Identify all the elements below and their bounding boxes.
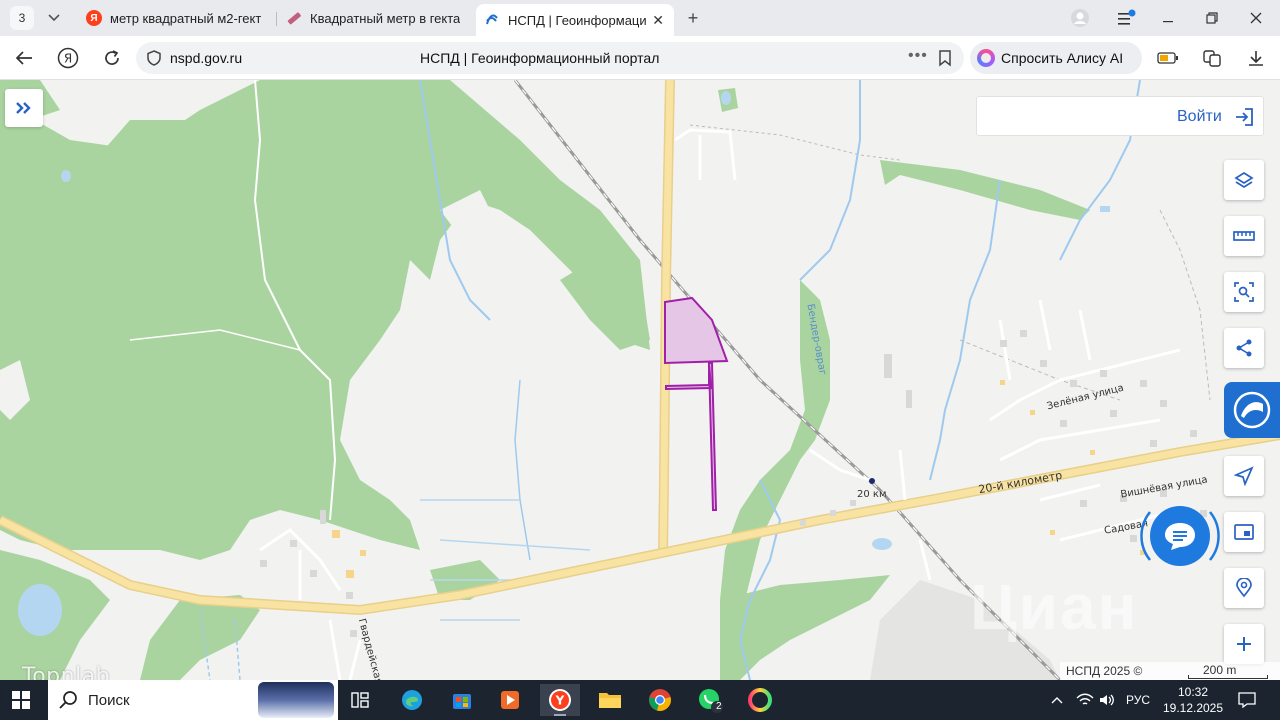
share-icon [1236, 339, 1252, 357]
search-highlight-image [258, 682, 334, 718]
track [674, 128, 737, 181]
profile-icon[interactable] [1068, 6, 1092, 30]
wifi-icon[interactable] [1076, 680, 1094, 720]
forest-area [880, 160, 1090, 220]
geosearch-button[interactable] [1224, 568, 1264, 608]
water-body [18, 584, 62, 636]
translate-icon[interactable] [1200, 46, 1224, 70]
stream [799, 80, 861, 281]
minimize-icon[interactable] [1156, 6, 1180, 30]
water-body [872, 538, 892, 550]
panel-toggle-button[interactable] [1224, 512, 1264, 552]
menu-icon[interactable] [1114, 6, 1138, 30]
windows-start-icon[interactable] [12, 691, 30, 709]
km-marker-dot [869, 478, 875, 484]
search-icon [59, 691, 77, 709]
file-explorer-icon[interactable] [590, 684, 630, 716]
ruler-icon [286, 10, 302, 26]
close-window-icon[interactable] [1244, 6, 1268, 30]
stream [929, 179, 1001, 481]
edge-icon[interactable] [392, 684, 432, 716]
restore-icon[interactable] [1200, 6, 1224, 30]
tray-chevron-icon[interactable] [1050, 680, 1064, 720]
layers-button[interactable] [1224, 160, 1264, 200]
whatsapp-icon[interactable]: 2 [690, 684, 730, 716]
layers-icon [1234, 171, 1254, 189]
zoom-in-icon [1237, 637, 1251, 651]
nspd-icon [484, 12, 500, 28]
bookmark-icon[interactable] [936, 49, 954, 67]
expand-panel-button[interactable] [5, 89, 43, 127]
map-attribution: НСПД 2025 © 200 m [1060, 662, 1280, 680]
chrome-icon[interactable] [640, 684, 680, 716]
forest-area [140, 595, 260, 680]
stream [514, 379, 531, 561]
close-icon[interactable]: ✕ [652, 12, 664, 29]
chat-icon [1165, 523, 1195, 550]
navigate-icon [1234, 466, 1254, 486]
tab-separator [276, 12, 277, 26]
scale-bar [1188, 675, 1268, 679]
svg-text:Y: Y [555, 694, 565, 708]
media-player-icon[interactable] [490, 684, 530, 716]
new-tab-button[interactable]: + [682, 7, 704, 29]
login-icon [1236, 108, 1253, 126]
battery-icon[interactable] [1156, 46, 1180, 70]
water-body [1100, 206, 1110, 212]
back-icon[interactable] [12, 46, 36, 70]
ruler-icon [1233, 231, 1255, 241]
geosearch-icon [1236, 578, 1252, 598]
yandex-icon: Я [86, 10, 102, 26]
yandex-browser-icon[interactable]: Y [540, 684, 580, 716]
zoom-in-button[interactable] [1224, 624, 1264, 664]
navigate-button[interactable] [1224, 456, 1264, 496]
yandex-home-icon[interactable]: Я [56, 46, 80, 70]
ask-alice-button[interactable]: Спросить Алису AI [970, 42, 1142, 74]
tab-yandex-search[interactable]: Я метр квадратный м2-гект [78, 4, 274, 32]
language-indicator[interactable]: РУС [1126, 680, 1150, 720]
alice-icon [977, 49, 995, 67]
land-parcel-strip [665, 362, 718, 511]
more-icon[interactable]: ••• [908, 47, 928, 65]
svg-text:Я: Я [64, 52, 72, 66]
shield-icon[interactable] [146, 50, 162, 66]
color-app-icon[interactable] [740, 684, 780, 716]
double-chevron-right-icon [16, 102, 31, 114]
chat-support-button[interactable] [1150, 506, 1210, 566]
nspd-logo-icon [1233, 391, 1271, 429]
water-body [721, 91, 731, 105]
select-area-icon [1234, 282, 1254, 302]
reload-icon[interactable] [100, 46, 124, 70]
select-area-button[interactable] [1224, 272, 1264, 312]
map-canvas[interactable]: 20-й километр 20 км Зелёная улица Вишнёв… [0, 80, 1280, 680]
measure-button[interactable] [1224, 216, 1264, 256]
login-button[interactable]: Войти [976, 96, 1264, 136]
url-domain: nspd.gov.ru [170, 50, 243, 66]
page-title: НСПД | Геоинформационный портал [420, 50, 660, 66]
tab-bar: 3 Я метр квадратный м2-гект Квадратный м… [0, 0, 1280, 36]
task-view-icon[interactable] [340, 684, 380, 716]
omnibox[interactable]: nspd.gov.ru НСПД | Геоинформационный пор… [136, 42, 964, 74]
taskbar-search[interactable]: Поиск [48, 680, 338, 720]
tab-count-badge[interactable]: 3 [10, 6, 34, 30]
water-body [61, 170, 71, 182]
tab-nspd[interactable]: НСПД | Геоинформаци ✕ [476, 4, 674, 36]
volume-icon[interactable] [1098, 680, 1116, 720]
tab-square-meter[interactable]: Квадратный метр в гекта [278, 4, 468, 32]
km-label: 20 км [857, 489, 887, 500]
download-icon[interactable] [1244, 46, 1268, 70]
panel-icon [1234, 524, 1254, 540]
share-button[interactable] [1224, 328, 1264, 368]
chevron-down-icon[interactable] [42, 6, 66, 30]
watermark: Циан [970, 571, 1139, 643]
whatsapp-badge: 2 [716, 701, 722, 712]
system-clock[interactable]: 10:32 19.12.2025 [1160, 684, 1226, 716]
address-bar: Я nspd.gov.ru НСПД | Геоинформационный п… [0, 36, 1280, 80]
track [1159, 209, 1211, 401]
notifications-icon[interactable] [1238, 680, 1256, 720]
windows-taskbar: Поиск Y 2 РУС 10:32 19.12.2025 [0, 680, 1280, 720]
nspd-services-button[interactable] [1224, 382, 1280, 438]
microsoft-store-icon[interactable] [442, 684, 482, 716]
